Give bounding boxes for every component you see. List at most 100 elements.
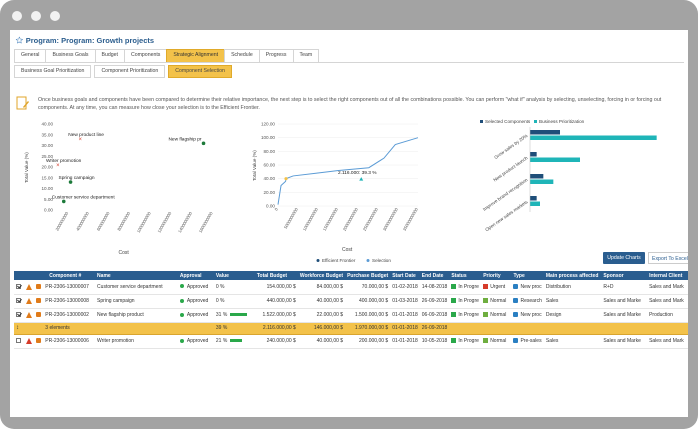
table-row[interactable]: PR-2306-13000006 Writer promotion Approved…: [14, 334, 688, 349]
row-warn-cell: [23, 334, 34, 349]
edit-icon[interactable]: [35, 338, 41, 344]
row-checkbox[interactable]: [16, 312, 21, 318]
column-header[interactable]: Priority: [481, 271, 512, 280]
cell-text: 31 %: [215, 312, 228, 318]
status-icon: [451, 298, 457, 304]
y-tick-label: 120.00: [261, 122, 275, 127]
header-select[interactable]: [14, 271, 24, 280]
cell-value: 0 %: [213, 294, 255, 309]
bar[interactable]: [530, 201, 540, 207]
cell-text: Normal: [490, 298, 507, 304]
row-checkbox[interactable]: [16, 283, 21, 289]
column-header[interactable]: Type: [511, 271, 544, 280]
column-header[interactable]: Internal Client: [647, 271, 688, 280]
row-edit-cell[interactable]: [33, 308, 44, 323]
type-icon: [513, 338, 519, 344]
cell-text: Normal: [490, 338, 507, 344]
approved-status-icon: [179, 284, 184, 289]
cell-text: Sales and Marke: [603, 338, 641, 344]
cell-text: 240.000,00 $: [266, 338, 296, 344]
tab-team[interactable]: Team: [292, 49, 320, 62]
cell-id: PR-2306-13000002: [43, 308, 96, 323]
legend-label: Selection: [372, 258, 391, 263]
column-header-label: Main process affected: [545, 272, 599, 279]
bar[interactable]: [530, 174, 544, 179]
subtab-component-selection[interactable]: Component Selection: [168, 65, 232, 78]
row-checkbox[interactable]: [16, 298, 21, 304]
column-header[interactable]: Status: [449, 271, 482, 280]
update-charts-button[interactable]: Update Charts: [603, 252, 645, 264]
cell-workforce: 40.000,00 $: [297, 294, 346, 309]
export-excel-button[interactable]: Export To Excel: [648, 252, 688, 264]
row-select-cell[interactable]: [14, 280, 24, 295]
tab-budget[interactable]: Budget: [94, 49, 125, 62]
column-header[interactable]: Value: [213, 271, 255, 280]
cell-text: 200.000,00 $: [358, 338, 389, 344]
edit-icon[interactable]: [35, 312, 41, 318]
edit-icon[interactable]: [35, 298, 41, 304]
table-row[interactable]: PR-2306-13000008 Spring campaign Approved 0…: [14, 294, 688, 309]
cell-total: 154.000,00 $: [254, 280, 298, 295]
row-select-cell[interactable]: [14, 308, 24, 323]
cell-text: Approved: [186, 338, 209, 344]
y-tick-label: 100.00: [261, 135, 275, 140]
tab-general[interactable]: General: [14, 49, 47, 62]
column-header[interactable]: Approval: [177, 271, 214, 280]
column-header[interactable]: Component #: [43, 271, 96, 280]
row-edit-cell[interactable]: [33, 280, 44, 295]
edit-icon[interactable]: [35, 283, 41, 289]
column-header[interactable]: Sponsor: [601, 271, 648, 280]
row-checkbox[interactable]: [16, 338, 21, 344]
row-edit-cell[interactable]: [33, 334, 44, 349]
summary-sort-cell[interactable]: ↕: [14, 322, 24, 335]
column-header-label: Sponsor: [603, 272, 624, 279]
y-axis-label: Total Value (%): [252, 150, 257, 181]
frontier-point-marker[interactable]: [284, 177, 288, 181]
y-axis-label: Total Value (%): [24, 152, 29, 183]
summary-empty: [647, 322, 688, 335]
column-header[interactable]: Workforce Budget: [297, 271, 346, 280]
summary-empty: [33, 322, 44, 335]
column-header[interactable]: Total Budget: [254, 271, 298, 280]
column-header-label: Purchase Budget: [347, 272, 389, 279]
column-header[interactable]: Name: [95, 271, 178, 280]
row-select-cell[interactable]: [14, 294, 24, 309]
summary-empty: [481, 322, 512, 335]
bar[interactable]: [530, 196, 537, 201]
y-tick-label: 20.00: [264, 190, 276, 195]
window-frame: ✩ Program: Program: Growth projects Gene…: [0, 0, 698, 429]
cell-text: 70.000,00 $: [361, 283, 389, 290]
column-header[interactable]: Main process affected: [543, 271, 602, 280]
row-select-cell[interactable]: [14, 334, 24, 349]
point-dot-marker[interactable]: [201, 141, 206, 146]
legend-swatch: [534, 120, 537, 123]
tab-progress[interactable]: Progress: [258, 49, 294, 62]
tab-business-goals[interactable]: Business Goals: [45, 49, 96, 62]
cell-text: 06-09-2018: [421, 312, 448, 318]
cell-text: 14-08-2018: [421, 283, 448, 290]
window-dot-icon[interactable]: [50, 11, 60, 21]
summary-end: 26-09-2018: [419, 322, 450, 335]
subtab-component-prioritization[interactable]: Component Prioritization: [94, 65, 166, 78]
bar[interactable]: [530, 130, 560, 135]
summary-empty: [601, 322, 648, 335]
tab-components[interactable]: Components: [123, 49, 168, 62]
window-dot-icon[interactable]: [12, 11, 22, 21]
bar[interactable]: [530, 135, 657, 141]
table-row[interactable]: PR-2306-13000002 New flagship product Appr…: [14, 308, 688, 323]
row-edit-cell[interactable]: [33, 294, 44, 309]
sort-icon[interactable]: ↕: [16, 325, 19, 331]
table-row[interactable]: PR-2306-13000007 Customer service departm…: [14, 280, 688, 295]
column-header[interactable]: Purchase Budget: [345, 271, 391, 280]
column-header[interactable]: Start Date: [390, 271, 420, 280]
document-pen-icon: [16, 96, 29, 110]
column-header[interactable]: End Date: [419, 271, 450, 280]
star-icon[interactable]: ✩: [16, 36, 23, 45]
tab-strategic-alignment[interactable]: Strategic Alignment: [166, 49, 226, 62]
subtab-business-goal-prioritization[interactable]: Business Goal Prioritization: [14, 65, 92, 78]
tab-schedule[interactable]: Schedule: [224, 49, 260, 62]
bar[interactable]: [530, 157, 580, 163]
window-dot-icon[interactable]: [31, 11, 41, 21]
bar[interactable]: [530, 179, 554, 185]
bar[interactable]: [530, 152, 537, 157]
